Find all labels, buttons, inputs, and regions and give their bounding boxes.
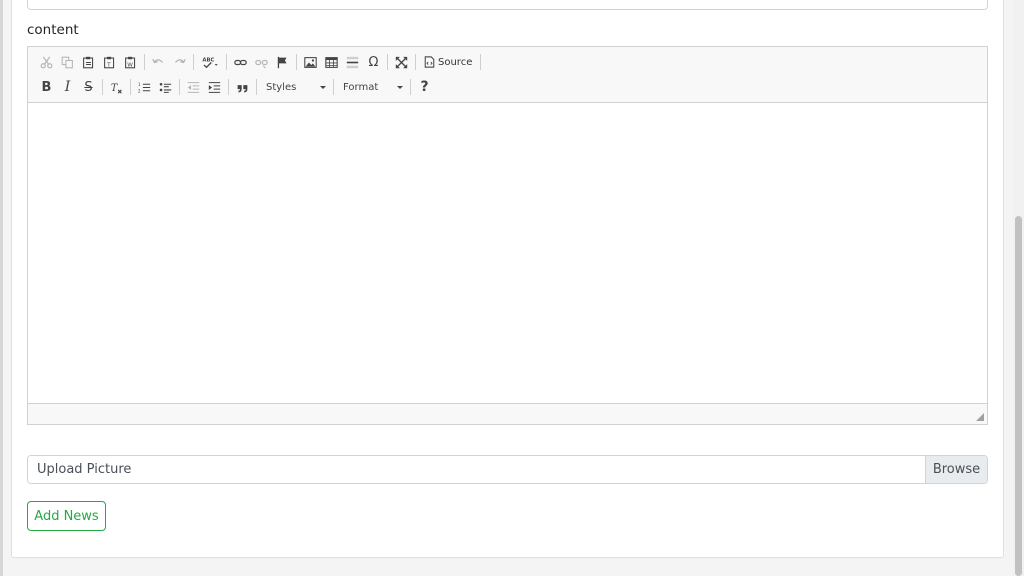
chevron-down-icon xyxy=(397,85,403,89)
add-news-button[interactable]: Add News xyxy=(27,501,106,531)
paste-word-icon[interactable]: W xyxy=(120,51,141,73)
toolbar-separator xyxy=(410,79,411,95)
toolbar-separator xyxy=(228,79,229,95)
toolbar-separator xyxy=(296,54,297,70)
source-doc-icon xyxy=(424,56,435,68)
remove-format-icon[interactable]: T xyxy=(106,76,127,98)
svg-text:W: W xyxy=(127,62,133,68)
page-scrollbar[interactable] xyxy=(1013,0,1024,576)
image-icon[interactable] xyxy=(300,51,321,73)
toolbar-separator xyxy=(415,54,416,70)
table-icon[interactable] xyxy=(321,51,342,73)
editor-status-bar xyxy=(28,403,987,424)
toolbar-separator xyxy=(193,54,194,70)
italic-button[interactable]: I xyxy=(57,76,78,98)
toolbar-separator xyxy=(130,79,131,95)
toolbar-separator xyxy=(387,54,388,70)
svg-text:ABC: ABC xyxy=(202,57,214,63)
horizontal-line-icon[interactable] xyxy=(342,51,363,73)
upload-picture-field[interactable]: Upload Picture Browse xyxy=(27,455,988,484)
unlink-icon[interactable] xyxy=(251,51,272,73)
styles-label: Styles xyxy=(266,81,297,93)
toolbar-separator xyxy=(179,79,180,95)
special-char-icon[interactable]: Ω xyxy=(363,51,384,73)
toolbar-separator xyxy=(256,79,257,95)
styles-dropdown[interactable]: Styles xyxy=(260,77,330,97)
svg-text:T: T xyxy=(111,82,119,93)
svg-text:1: 1 xyxy=(138,81,141,86)
cut-icon[interactable] xyxy=(36,51,57,73)
toolbar-separator xyxy=(333,79,334,95)
resize-handle-icon[interactable] xyxy=(976,413,984,421)
svg-text:T: T xyxy=(106,62,111,68)
spellcheck-icon[interactable]: ABC xyxy=(197,51,223,73)
redo-icon[interactable] xyxy=(169,51,190,73)
copy-icon[interactable] xyxy=(57,51,78,73)
svg-text:2: 2 xyxy=(138,88,141,93)
content-label: content xyxy=(27,22,79,38)
toolbar-row-2: B I S T 12 Styles Format ? xyxy=(36,76,435,98)
source-label: Source xyxy=(438,56,473,68)
help-icon[interactable]: ? xyxy=(414,76,435,98)
browse-button[interactable]: Browse xyxy=(925,456,987,483)
toolbar-separator xyxy=(102,79,103,95)
previous-input-field[interactable] xyxy=(27,0,988,10)
source-button[interactable]: Source xyxy=(419,51,477,73)
paste-text-icon[interactable]: T xyxy=(99,51,120,73)
outdent-icon[interactable] xyxy=(183,76,204,98)
editor-toolbar: T W ABC Ω Source B I S T 1 2 Styles Form… xyxy=(28,47,987,103)
maximize-icon[interactable] xyxy=(391,51,412,73)
editor-content-area[interactable] xyxy=(28,103,987,403)
rich-text-editor: T W ABC Ω Source B I S T 1 2 Styles Form… xyxy=(27,46,988,425)
strikethrough-button[interactable]: S xyxy=(78,76,99,98)
undo-icon[interactable] xyxy=(148,51,169,73)
link-icon[interactable] xyxy=(230,51,251,73)
toolbar-separator xyxy=(226,54,227,70)
bold-button[interactable]: B xyxy=(36,76,57,98)
scrollbar-thumb[interactable] xyxy=(1015,216,1022,576)
bullet-list-icon[interactable] xyxy=(155,76,176,98)
format-label: Format xyxy=(343,81,379,93)
chevron-down-icon xyxy=(320,85,326,89)
paste-icon[interactable] xyxy=(78,51,99,73)
anchor-flag-icon[interactable] xyxy=(272,51,293,73)
window-edge xyxy=(0,0,3,576)
blockquote-icon[interactable] xyxy=(232,76,253,98)
upload-picture-input[interactable]: Upload Picture xyxy=(28,456,925,483)
toolbar-separator xyxy=(480,54,482,70)
format-dropdown[interactable]: Format xyxy=(337,77,407,97)
indent-icon[interactable] xyxy=(204,76,225,98)
toolbar-row-1: T W ABC Ω Source xyxy=(36,51,484,73)
numbered-list-icon[interactable]: 12 xyxy=(134,76,155,98)
toolbar-separator xyxy=(144,54,145,70)
